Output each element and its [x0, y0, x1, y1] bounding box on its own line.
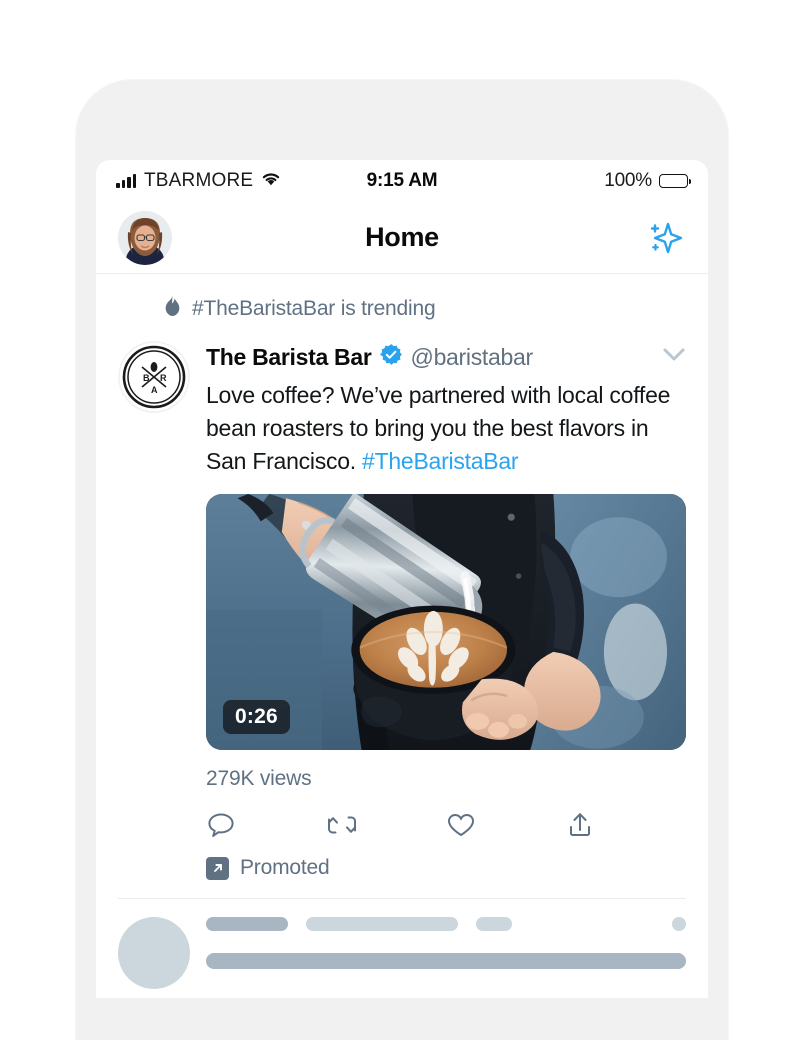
promoted-arrow-icon — [206, 856, 229, 880]
status-bar-left: TBARMORE — [116, 170, 402, 192]
tweet-author-name[interactable]: The Barista Bar — [206, 344, 372, 371]
carrier-label: TBARMORE — [144, 170, 254, 191]
barista-bar-logo[interactable]: B R A — [118, 341, 190, 413]
phone-screen: TBARMORE 9:15 AM 100% Home #TheBaristaBa… — [96, 160, 708, 998]
skeleton-more-bar — [672, 917, 686, 931]
retweet-icon — [328, 816, 356, 834]
share-button[interactable] — [566, 810, 686, 840]
trending-label: #TheBaristaBar is trending — [192, 297, 436, 320]
tweet-text-line-1: Love coffee? We’ve partnered with local — [206, 382, 604, 408]
skeleton-body — [206, 917, 686, 989]
user-avatar[interactable] — [118, 210, 172, 265]
next-tweet-skeleton — [96, 899, 708, 989]
battery-full-icon — [659, 174, 691, 188]
status-bar-right: 100% — [402, 170, 691, 192]
trending-banner[interactable]: #TheBaristaBar is trending — [96, 274, 708, 331]
signal-bars-icon — [116, 174, 136, 188]
tweet-hashtag-link[interactable]: #TheBaristaBar — [362, 448, 519, 474]
promoted-row: Promoted — [206, 856, 686, 898]
tweet-action-bar — [206, 810, 686, 840]
tweet-handle[interactable]: @baristabar — [411, 344, 534, 371]
reply-button[interactable] — [206, 810, 326, 840]
skeleton-timestamp-bar — [476, 917, 512, 931]
share-icon — [570, 813, 590, 836]
svg-text:B: B — [143, 373, 150, 383]
tweet-body: The Barista Bar @baristabar Love coffee?… — [206, 341, 686, 898]
skeleton-name-bar — [206, 917, 288, 931]
reply-icon — [208, 813, 234, 837]
chevron-down-icon[interactable] — [652, 347, 686, 367]
verified-badge-icon — [379, 343, 403, 371]
page-title: Home — [365, 222, 439, 252]
tweet-text: Love coffee? We’ve partnered with local … — [206, 379, 686, 478]
heart-icon — [447, 813, 475, 837]
like-button[interactable] — [446, 811, 566, 839]
battery-percent-label: 100% — [604, 170, 652, 191]
svg-text:A: A — [151, 385, 158, 395]
tweet-video-thumbnail[interactable]: 0:26 — [206, 494, 686, 750]
app-header: Home — [96, 202, 708, 274]
skeleton-handle-bar — [306, 917, 458, 931]
skeleton-text-bar — [206, 953, 686, 969]
status-bar: TBARMORE 9:15 AM 100% — [96, 160, 708, 202]
promoted-label: Promoted — [240, 856, 330, 879]
sparkle-icon[interactable] — [642, 216, 686, 260]
wifi-icon — [261, 171, 281, 191]
tweet-card: B R A The Barista Bar @baristabar Love c… — [96, 331, 708, 898]
skeleton-avatar — [118, 917, 190, 989]
retweet-button[interactable] — [326, 810, 446, 840]
flame-icon — [164, 295, 181, 323]
skeleton-meta-row — [206, 917, 686, 931]
svg-text:R: R — [160, 373, 167, 383]
video-views-count: 279K views — [206, 767, 312, 790]
tweet-header: The Barista Bar @baristabar — [206, 341, 686, 373]
video-duration-badge: 0:26 — [223, 700, 290, 734]
